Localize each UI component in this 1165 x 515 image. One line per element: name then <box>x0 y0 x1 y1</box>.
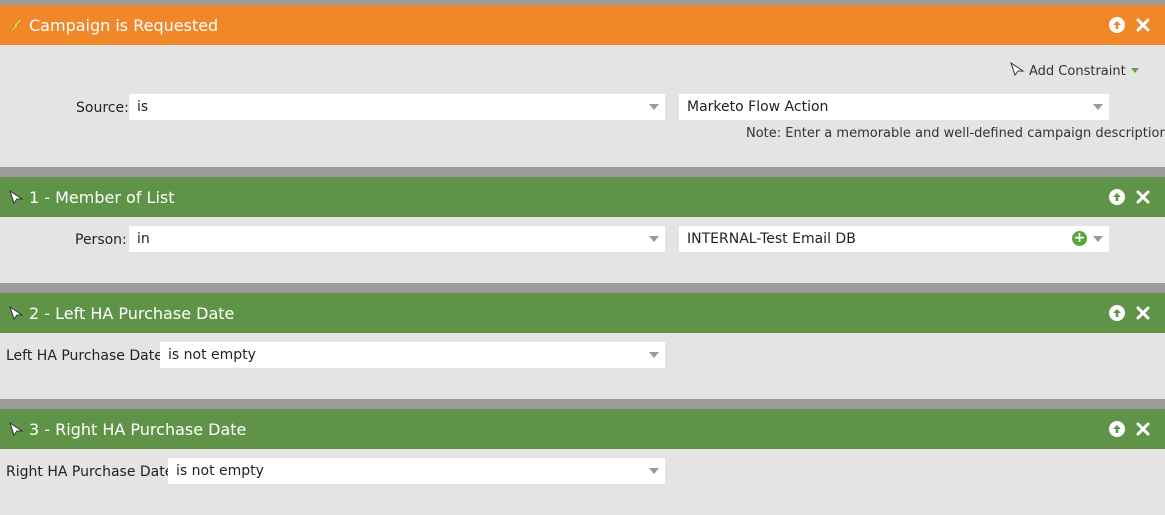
filter-2-operator-value: is not empty <box>168 347 256 363</box>
source-value-select[interactable]: Marketo Flow Action <box>679 94 1109 120</box>
source-operator-value: is <box>137 99 149 115</box>
chevron-down-icon <box>1093 236 1103 242</box>
close-icon[interactable] <box>1135 421 1151 437</box>
filter-2-header: 2 - Left HA Purchase Date <box>0 293 1165 333</box>
filter-2-body: Left HA Purchase Date: is not empty <box>0 333 1165 399</box>
filter-2-operator-select[interactable]: is not empty <box>160 342 665 368</box>
source-operator-select[interactable]: is <box>129 94 665 120</box>
filter-1-operator-value: in <box>137 231 150 247</box>
chevron-down-icon <box>649 352 659 358</box>
move-up-icon[interactable] <box>1109 421 1125 437</box>
chevron-down-icon <box>649 104 659 110</box>
wand-icon <box>5 177 27 217</box>
add-constraint-label: Add Constraint <box>1029 63 1126 79</box>
move-up-icon[interactable] <box>1109 305 1125 321</box>
add-constraint-button[interactable]: Add Constraint <box>1009 61 1140 81</box>
filter-1-body: Person: in INTERNAL-Test Email DB + <box>0 217 1165 283</box>
wand-icon <box>5 293 27 333</box>
chevron-down-icon <box>649 468 659 474</box>
filter-1-value: INTERNAL-Test Email DB <box>687 231 856 247</box>
move-up-icon[interactable] <box>1109 189 1125 205</box>
description-note: Note: Enter a memorable and well-defined… <box>746 126 1165 141</box>
filter-1-value-select[interactable]: INTERNAL-Test Email DB + <box>679 226 1109 252</box>
add-icon[interactable]: + <box>1072 231 1087 246</box>
filter-2-field-label: Left HA Purchase Date: <box>6 348 168 364</box>
source-label: Source: <box>76 100 129 116</box>
filter-3-title: 3 - Right HA Purchase Date <box>29 419 247 439</box>
wand-icon <box>1009 61 1025 81</box>
close-icon[interactable] <box>1135 189 1151 205</box>
close-icon[interactable] <box>1135 17 1151 33</box>
filter-1-field-label: Person: <box>75 232 127 248</box>
filter-3-operator-value: is not empty <box>176 463 264 479</box>
chevron-down-icon <box>649 236 659 242</box>
filter-1-title: 1 - Member of List <box>29 187 175 207</box>
source-value: Marketo Flow Action <box>687 99 829 115</box>
move-up-icon[interactable] <box>1109 17 1125 33</box>
lightning-icon <box>5 5 27 45</box>
filter-1-operator-select[interactable]: in <box>129 226 665 252</box>
chevron-down-icon <box>1130 64 1140 79</box>
filter-3-body: Right HA Purchase Date: is not empty <box>0 449 1165 515</box>
filter-3-operator-select[interactable]: is not empty <box>168 458 665 484</box>
chevron-down-icon <box>1093 104 1103 110</box>
trigger-header: Campaign is Requested <box>0 5 1165 45</box>
filter-3-field-label: Right HA Purchase Date: <box>6 464 179 480</box>
close-icon[interactable] <box>1135 305 1151 321</box>
filter-1-header: 1 - Member of List <box>0 177 1165 217</box>
filter-3-header: 3 - Right HA Purchase Date <box>0 409 1165 449</box>
trigger-body: Add Constraint Source: is Marketo Flow A… <box>0 45 1165 167</box>
trigger-title: Campaign is Requested <box>29 15 219 35</box>
filter-2-title: 2 - Left HA Purchase Date <box>29 303 235 323</box>
wand-icon <box>5 409 27 449</box>
